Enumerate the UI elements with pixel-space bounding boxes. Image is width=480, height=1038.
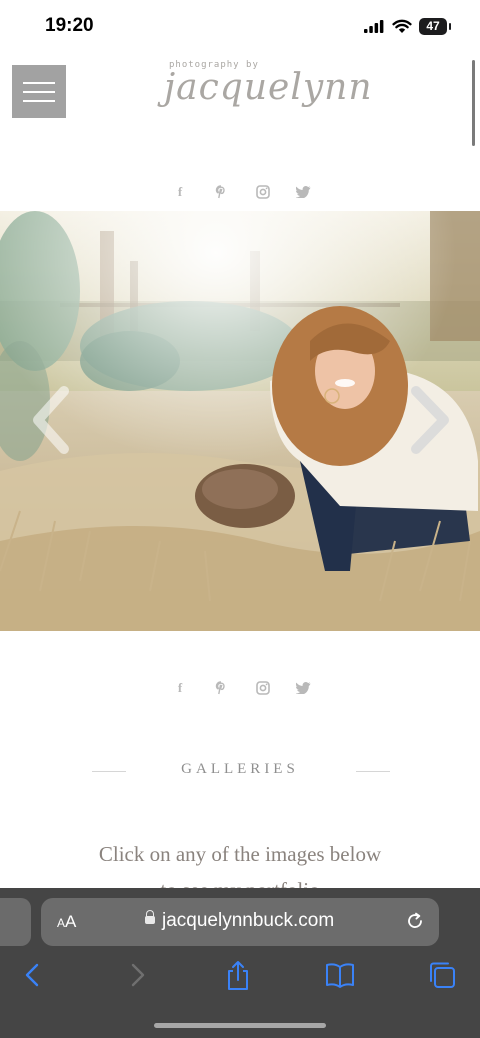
heading-divider-left: [92, 771, 126, 772]
twitter-icon[interactable]: [296, 680, 312, 696]
share-icon[interactable]: [225, 960, 251, 992]
menu-line: [23, 91, 55, 93]
facebook-icon[interactable]: f: [172, 680, 188, 696]
lock-icon: [145, 910, 155, 924]
galleries-heading: GALLERIES: [181, 761, 299, 777]
previous-tab-preview[interactable]: [0, 898, 31, 946]
reload-icon[interactable]: [405, 911, 425, 931]
twitter-icon[interactable]: [296, 184, 312, 200]
pinterest-icon[interactable]: [213, 680, 229, 696]
logo-name: jacquelynn: [164, 67, 373, 108]
heading-divider-right: [356, 771, 390, 772]
slideshow-next-arrow[interactable]: [404, 385, 454, 455]
bookmarks-icon[interactable]: [325, 960, 355, 990]
page-scrollbar[interactable]: [472, 60, 475, 146]
status-time: 19:20: [45, 15, 94, 36]
menu-line: [23, 100, 55, 102]
tabs-icon[interactable]: [427, 960, 457, 990]
menu-line: [23, 82, 55, 84]
menu-button[interactable]: [12, 65, 66, 118]
url-text: jacquelynnbuck.com: [162, 910, 335, 931]
battery-tip: [449, 23, 451, 30]
back-icon[interactable]: [22, 960, 44, 990]
pinterest-icon[interactable]: [213, 184, 229, 200]
wifi-icon: [392, 19, 412, 33]
forward-icon[interactable]: [126, 960, 148, 990]
social-links-bottom: f: [172, 680, 312, 696]
social-links-top: f: [172, 184, 312, 200]
slideshow-prev-arrow[interactable]: [28, 385, 78, 455]
facebook-icon[interactable]: f: [172, 184, 188, 200]
galleries-intro-text: Click on any of the images below: [98, 842, 382, 866]
home-indicator[interactable]: [154, 1023, 326, 1028]
status-bar: 19:20 47: [0, 0, 480, 52]
address-bar[interactable]: AA jacquelynnbuck.com: [41, 898, 439, 946]
site-logo[interactable]: photography by jacquelynn: [160, 55, 372, 120]
reader-settings-button[interactable]: AA: [57, 912, 76, 932]
battery-icon: 47: [419, 18, 447, 35]
instagram-icon[interactable]: [255, 184, 271, 200]
instagram-icon[interactable]: [255, 680, 271, 696]
cellular-signal-icon: [364, 20, 384, 33]
